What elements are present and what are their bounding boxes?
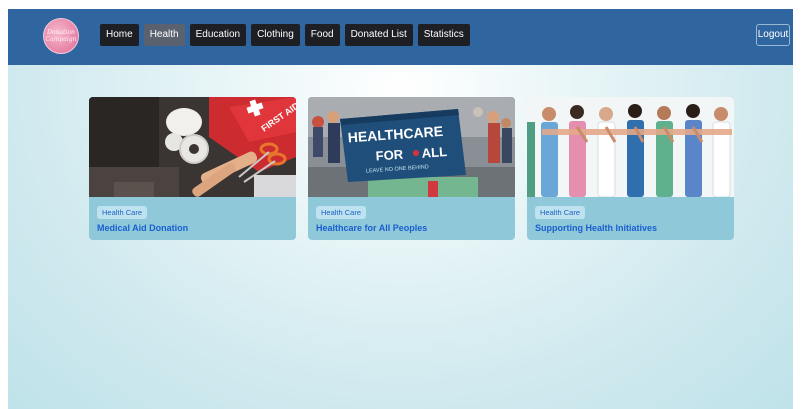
banner-line-2: FOR xyxy=(375,147,404,164)
donation-card-medical-aid[interactable]: FIRST AID Health Care Medical Aid Donati… xyxy=(89,97,296,240)
nav-menu: Home Health Education Clothing Food Dona… xyxy=(100,24,470,46)
card-image-first-aid: FIRST AID xyxy=(89,97,296,197)
donation-card-healthcare-for-all[interactable]: HEALTHCARE FOR ALL LEAVE NO ONE BEHIND H… xyxy=(308,97,515,240)
category-badge: Health Care xyxy=(97,206,148,219)
navbar: Donation Campaign Home Health Education … xyxy=(8,9,793,65)
nav-statistics[interactable]: Statistics xyxy=(417,24,470,46)
card-title[interactable]: Healthcare for All Peoples xyxy=(316,223,427,233)
app-frame: Donation Campaign Home Health Education … xyxy=(8,9,793,409)
card-title[interactable]: Supporting Health Initiatives xyxy=(535,223,657,233)
nav-donated-list[interactable]: Donated List xyxy=(344,24,413,46)
logo-text: Donation Campaign xyxy=(45,29,77,43)
logout-button[interactable]: Logout xyxy=(756,24,790,46)
nav-health[interactable]: Health xyxy=(143,24,185,46)
nav-clothing[interactable]: Clothing xyxy=(251,24,300,46)
nav-food[interactable]: Food xyxy=(304,24,340,46)
card-title[interactable]: Medical Aid Donation xyxy=(97,223,188,233)
nav-home[interactable]: Home xyxy=(100,24,139,46)
banner-line-3: ALL xyxy=(421,144,447,161)
category-badge: Health Care xyxy=(316,206,367,219)
card-image-health-workers xyxy=(527,97,734,197)
category-badge: Health Care xyxy=(535,206,586,219)
card-image-protest-banner: HEALTHCARE FOR ALL LEAVE NO ONE BEHIND xyxy=(308,97,515,197)
logo[interactable]: Donation Campaign xyxy=(43,18,79,54)
nav-education[interactable]: Education xyxy=(189,24,247,46)
donation-card-health-initiatives[interactable]: Health Care Supporting Health Initiative… xyxy=(527,97,734,240)
